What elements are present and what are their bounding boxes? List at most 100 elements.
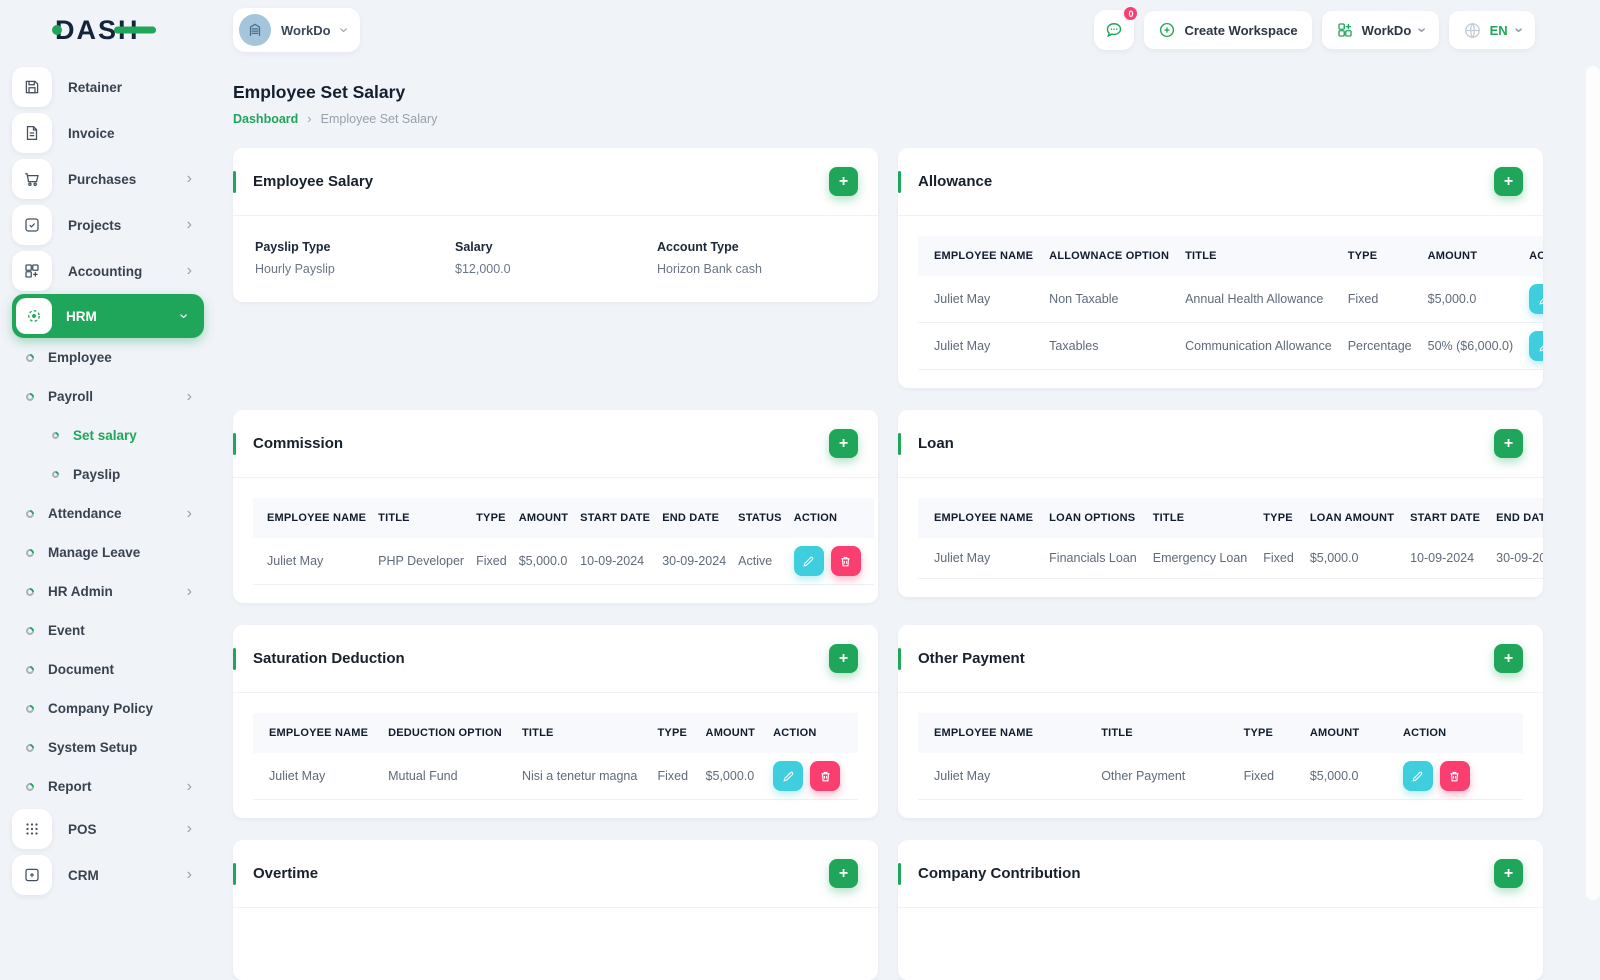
workspace-selector[interactable]: WorkDo › — [233, 8, 360, 52]
add-other-payment-button[interactable]: + — [1494, 644, 1523, 673]
sidebar-item-purchases[interactable]: Purchases › — [12, 156, 220, 202]
sidebar-item-hrm[interactable]: HRM › — [12, 294, 204, 338]
language-selector[interactable]: EN › — [1448, 11, 1535, 49]
sidebar-item-label: CRM — [68, 867, 99, 883]
sidebar-item-retainer[interactable]: Retainer — [12, 64, 220, 110]
salary-field: Account Type Horizon Bank cash — [657, 240, 856, 276]
sidebar-item-invoice[interactable]: Invoice — [12, 110, 220, 156]
file-icon — [12, 113, 52, 153]
salary-field: Payslip Type Hourly Payslip — [255, 240, 455, 276]
sidebar-item-label: Projects — [68, 217, 122, 233]
chevron-right-icon: › — [186, 387, 192, 405]
edit-button[interactable] — [1529, 331, 1543, 361]
table-cell: Juliet May — [253, 753, 381, 800]
table-cell: Nisi a tenetur magna — [514, 753, 650, 800]
sidebar-item-crm[interactable]: CRM › — [12, 852, 220, 898]
cards-grid: Employee Salary + Payslip Type Hourly Pa… — [233, 148, 1543, 980]
chevron-right-icon: › — [186, 170, 192, 187]
card-title: Overtime — [253, 865, 319, 882]
sidebar-item-label: Payroll — [48, 389, 94, 404]
sidebar-item-hr-admin[interactable]: HR Admin › — [12, 572, 220, 611]
breadcrumb-current: Employee Set Salary — [320, 111, 438, 126]
edit-button[interactable] — [793, 546, 824, 576]
data-table: EMPLOYEE NAME DEDUCTION OPTION TITLE TYPE AM… — [253, 713, 858, 800]
column-header: TYPE — [1235, 713, 1302, 753]
sidebar-item-event[interactable]: Event — [12, 611, 220, 650]
table-row: Juliet May Taxables Communication Allowanc… — [918, 322, 1543, 370]
table-cell: Juliet May — [253, 538, 373, 585]
table-cell: Financials Loan — [1041, 538, 1145, 579]
card-accent-bar — [233, 862, 236, 885]
card-accent-bar — [233, 170, 236, 193]
app-window-icon — [12, 855, 52, 895]
sidebar-item-company-policy[interactable]: Company Policy — [12, 689, 220, 728]
card-title: Commission — [253, 435, 344, 452]
messages-button[interactable]: 0 — [1094, 5, 1140, 50]
column-header: TYPE — [1255, 498, 1302, 538]
sidebar-item-report[interactable]: Report › — [12, 767, 220, 806]
bullet-icon — [50, 430, 61, 441]
other-payment-card: Other Payment + EMPLOYEE NAME TITLE TYPE AM… — [898, 625, 1543, 818]
row-actions — [787, 538, 874, 585]
row-actions — [765, 753, 858, 800]
column-header: DEDUCTION OPTION — [380, 713, 514, 753]
chevron-right-icon: › — [186, 582, 192, 600]
workdo-menu-label: WorkDo — [1361, 22, 1412, 38]
add-saturation-deduction-button[interactable]: + — [829, 644, 858, 673]
delete-button[interactable] — [1439, 761, 1470, 791]
sidebar-item-payroll[interactable]: Payroll › — [12, 377, 220, 416]
sidebar-item-system-setup[interactable]: System Setup — [12, 728, 220, 767]
sidebar-item-pos[interactable]: POS › — [12, 806, 220, 852]
commission-card: Commission + EMPLOYEE NAME TITLE TYPE AMOUN… — [233, 410, 878, 603]
table-cell: Percentage — [1339, 322, 1420, 370]
grid-plus-icon — [1337, 23, 1352, 37]
table-cell: Fixed — [1235, 753, 1302, 800]
edit-button[interactable] — [1529, 284, 1543, 314]
table-row: Juliet May Other Payment Fixed $5,000.0 — [918, 753, 1523, 800]
logo-dot-icon — [52, 25, 62, 35]
sidebar-item-accounting[interactable]: Accounting › — [12, 248, 220, 294]
bullet-icon — [24, 780, 36, 793]
sidebar-item-attendance[interactable]: Attendance › — [12, 494, 220, 533]
column-header: EMPLOYEE NAME — [253, 713, 381, 753]
edit-button[interactable] — [773, 761, 804, 791]
delete-button[interactable] — [810, 761, 841, 791]
add-allowance-button[interactable]: + — [1494, 167, 1523, 196]
bullet-icon — [24, 585, 36, 598]
scrollbar[interactable] — [1586, 66, 1600, 900]
card-title: Allowance — [918, 173, 993, 190]
add-company-contribution-button[interactable]: + — [1494, 859, 1523, 888]
sidebar-item-document[interactable]: Document — [12, 650, 220, 689]
delete-button[interactable] — [830, 546, 861, 576]
add-overtime-button[interactable]: + — [829, 859, 858, 888]
add-loan-button[interactable]: + — [1494, 429, 1523, 458]
card-accent-bar — [898, 432, 901, 455]
add-employee-salary-button[interactable]: + — [829, 167, 858, 196]
sidebar-item-payslip[interactable]: Payslip — [12, 455, 220, 494]
sidebar-item-employee[interactable]: Employee — [12, 338, 220, 377]
sidebar-item-label: Retainer — [68, 79, 123, 95]
table-cell: 30-09-2024 — [1488, 538, 1543, 579]
table-cell: Annual Health Allowance — [1177, 276, 1340, 323]
table-cell: Fixed — [1255, 538, 1302, 579]
edit-button[interactable] — [1402, 761, 1433, 791]
brand-logo[interactable]: DASH — [52, 15, 156, 46]
column-header: TITLE — [372, 498, 471, 538]
table-row: Juliet May Mutual Fund Nisi a tenetur magn… — [253, 753, 858, 800]
overtime-card: Overtime + — [233, 840, 878, 980]
column-header: LOAN OPTIONS — [1041, 498, 1145, 538]
breadcrumb-dashboard-link[interactable]: Dashboard — [233, 112, 298, 126]
column-header: EMPLOYEE NAME — [918, 236, 1042, 276]
loan-card: Loan + EMPLOYEE NAME LOAN OPTIONS TITLE TYP… — [898, 410, 1543, 597]
create-workspace-button[interactable]: Create Workspace — [1144, 11, 1312, 49]
table-row: Juliet May PHP Developer Fixed $5,000.0 10-0… — [253, 538, 874, 585]
sidebar-item-label: Accounting — [68, 263, 143, 279]
grid-icon — [12, 251, 52, 291]
sidebar-item-manage-leave[interactable]: Manage Leave — [12, 533, 220, 572]
data-table: EMPLOYEE NAME LOAN OPTIONS TITLE TYPE LOAN A… — [918, 498, 1543, 579]
sidebar-item-projects[interactable]: Projects › — [12, 202, 220, 248]
sidebar-item-set-salary[interactable]: Set salary — [12, 416, 220, 455]
salary-field: Salary $12,000.0 — [455, 240, 657, 276]
workdo-menu-button[interactable]: WorkDo › — [1321, 11, 1439, 49]
add-commission-button[interactable]: + — [829, 429, 858, 458]
